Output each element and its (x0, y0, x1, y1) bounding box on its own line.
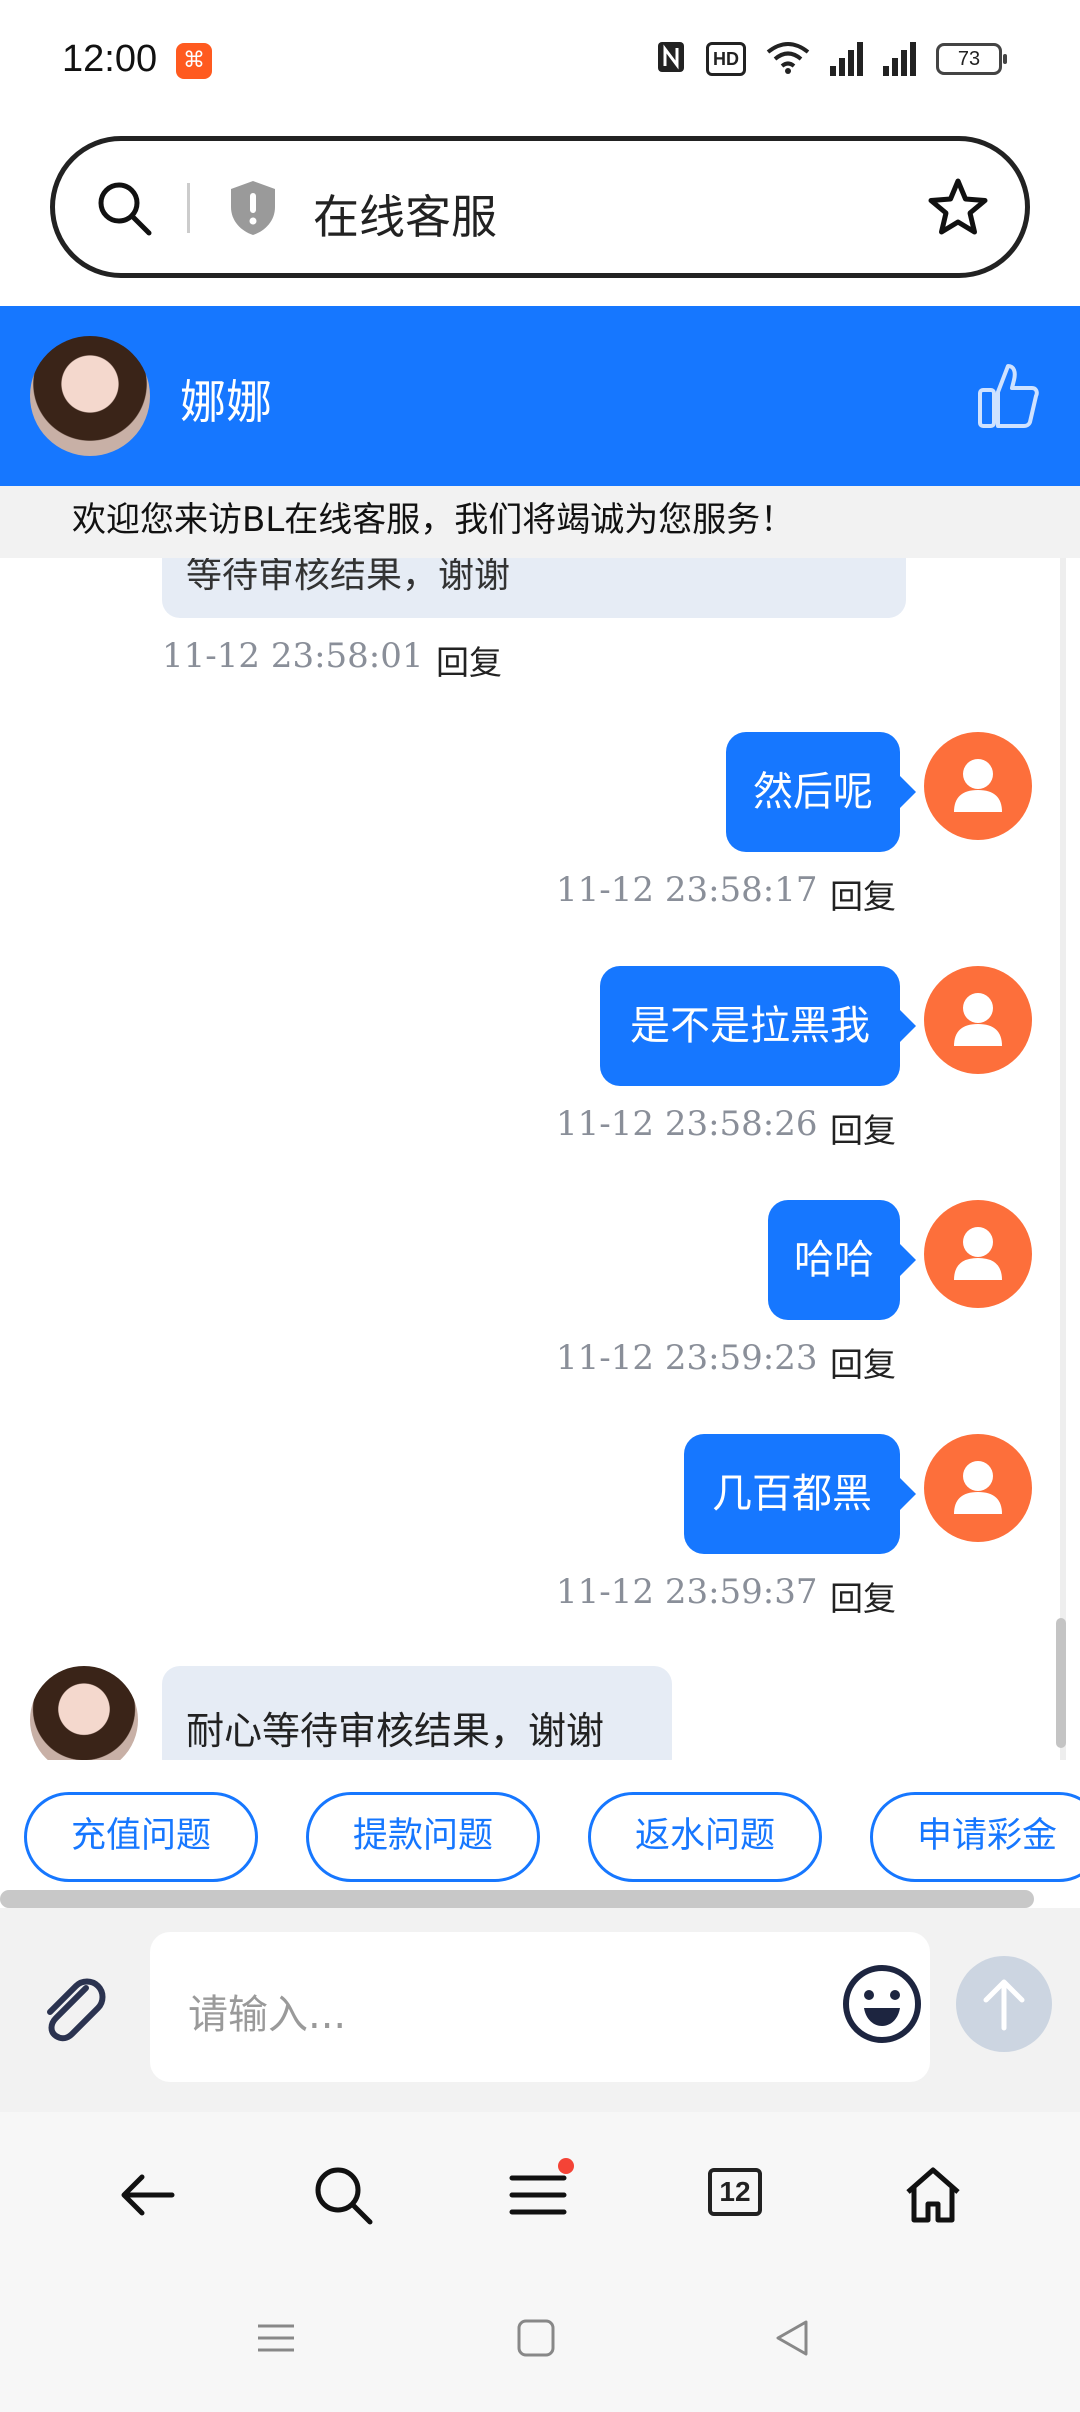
chat-message-list[interactable]: 等待审核结果，谢谢 11-12 23:58:01 回复 然后呢 11-12 23… (0, 558, 1080, 1760)
message-timestamp: 11-12 23:58:17 (556, 870, 818, 910)
user-avatar (924, 1434, 1032, 1542)
reply-button[interactable]: 回复 (830, 1572, 896, 1620)
tab-count: 12 (708, 2168, 762, 2216)
signal-5g-icon (830, 42, 863, 76)
emoji-icon[interactable] (840, 1962, 924, 2050)
user-icon (954, 1227, 1002, 1280)
star-icon[interactable] (927, 177, 989, 243)
arrow-up-icon (983, 1979, 1025, 2031)
reply-button[interactable]: 回复 (436, 636, 502, 684)
chat-header: 娜娜 (0, 306, 1080, 486)
status-bar: 12:00 ⌘ HD 73 (0, 0, 1080, 125)
status-time: 12:00 (62, 38, 158, 80)
outgoing-message-bubble: 哈哈 (768, 1200, 916, 1320)
message-input[interactable]: 请输入... (150, 1932, 930, 2082)
signal-5g-icon-2 (883, 42, 916, 76)
browser-toolbar: 12 (0, 2112, 1080, 2282)
message-text: 耐心等待审核结果，谢谢 (186, 1709, 605, 1753)
home-icon[interactable] (902, 2164, 964, 2230)
incoming-message-bubble: 耐心等待审核结果，谢谢 (162, 1666, 672, 1760)
search-icon[interactable] (312, 2164, 374, 2230)
outgoing-message-bubble: 几百都黑 (684, 1434, 916, 1554)
home-button-icon[interactable] (516, 2318, 556, 2362)
message-timestamp: 11-12 23:59:23 (556, 1338, 818, 1378)
reply-button[interactable]: 回复 (830, 1104, 896, 1152)
message-text: 等待审核结果，谢谢 (186, 558, 511, 596)
message-timestamp: 11-12 23:59:37 (556, 1572, 818, 1612)
hd-icon: HD (706, 42, 746, 76)
reply-button[interactable]: 回复 (830, 1338, 896, 1386)
address-bar[interactable]: 在线客服 (50, 136, 1030, 278)
thumbs-up-icon[interactable] (976, 360, 1040, 434)
quick-reply-bar: 充值问题 提款问题 返水问题 申请彩金 (0, 1760, 1080, 1890)
welcome-banner: 欢迎您来访BL在线客服，我们将竭诚为您服务！ (0, 486, 1080, 558)
nfc-icon (656, 40, 686, 78)
message-timestamp: 11-12 23:58:26 (556, 1104, 818, 1144)
quick-reply-chip[interactable]: 申请彩金 (870, 1792, 1080, 1882)
user-icon (954, 993, 1002, 1046)
wifi-icon (766, 40, 810, 78)
shield-icon[interactable] (227, 179, 279, 241)
notification-dot (558, 2158, 574, 2174)
user-avatar (924, 966, 1032, 1074)
menu-icon[interactable] (508, 2158, 574, 2230)
agent-avatar (30, 1666, 138, 1760)
paperclip-icon[interactable] (34, 1970, 114, 2054)
system-nav-bar (0, 2282, 1080, 2412)
recents-icon[interactable] (256, 2318, 296, 2362)
quick-reply-scrollbar[interactable] (0, 1890, 1034, 1908)
user-avatar (924, 732, 1032, 840)
user-icon (954, 1461, 1002, 1514)
reply-button[interactable]: 回复 (830, 870, 896, 918)
chat-scroll-track (1060, 558, 1066, 1760)
quick-reply-chip[interactable]: 充值问题 (24, 1792, 258, 1882)
back-triangle-icon[interactable] (772, 2318, 812, 2362)
search-icon[interactable] (95, 179, 153, 241)
message-timestamp: 11-12 23:58:01 (162, 636, 424, 676)
send-button[interactable] (956, 1956, 1052, 2052)
status-icons: HD 73 (656, 40, 1007, 78)
quick-reply-chip[interactable]: 返水问题 (588, 1792, 822, 1882)
outgoing-message-bubble: 是不是拉黑我 (600, 966, 916, 1086)
agent-name: 娜娜 (180, 375, 272, 429)
back-arrow-icon[interactable] (116, 2164, 178, 2230)
quick-reply-chip[interactable]: 提款问题 (306, 1792, 540, 1882)
page-title[interactable]: 在线客服 (313, 181, 497, 247)
agent-avatar (30, 336, 150, 456)
address-divider (187, 183, 190, 233)
message-input-placeholder: 请输入... (188, 1992, 347, 2038)
outgoing-message-bubble: 然后呢 (726, 732, 916, 852)
battery-icon: 73 (936, 43, 1007, 75)
message-input-area: 请输入... (0, 1908, 1080, 2112)
incoming-message-bubble: 等待审核结果，谢谢 (162, 558, 906, 618)
chat-scrollbar[interactable] (1056, 1618, 1066, 1748)
tabs-button[interactable]: 12 (708, 2168, 762, 2216)
user-avatar (924, 1200, 1032, 1308)
user-icon (954, 759, 1002, 812)
app-notification-icon: ⌘ (176, 43, 212, 79)
